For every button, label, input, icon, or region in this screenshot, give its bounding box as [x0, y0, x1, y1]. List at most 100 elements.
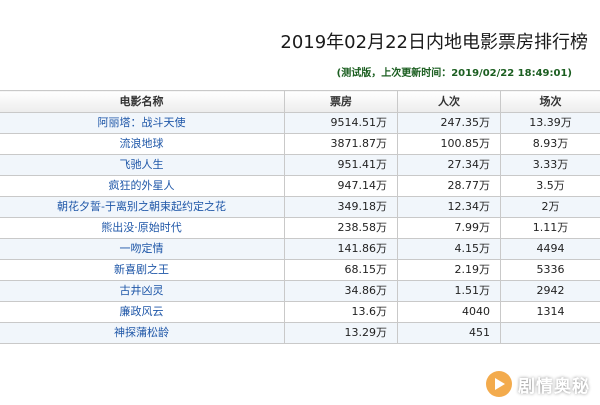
shows-cell	[500, 322, 600, 344]
table-row: 新喜剧之王 68.15万 2.19万 5336	[0, 259, 600, 281]
watermark-text: 剧情奥秘	[518, 376, 590, 397]
movie-name-link[interactable]: 阿丽塔：战斗天使	[98, 116, 186, 129]
people-cell: 100.85万	[440, 137, 491, 150]
movie-name-link[interactable]: 流浪地球	[120, 137, 164, 150]
movie-name-cell: 新喜剧之王	[0, 259, 285, 281]
table-row: 飞驰人生 951.41万 27.34万 3.33万	[0, 154, 600, 176]
movie-name-cell: 熊出没·原始时代	[0, 217, 285, 239]
people-cell: 4.15万	[454, 242, 491, 255]
box-office-cell: 141.86万	[337, 242, 388, 255]
box-office-cell: 951.41万	[337, 158, 388, 171]
table-row: 古井凶灵 34.86万 1.51万 2942	[0, 280, 600, 302]
movie-name-cell: 疯狂的外星人	[0, 175, 285, 197]
movie-name-link[interactable]: 古井凶灵	[120, 284, 164, 297]
movie-name-link[interactable]: 朝花夕誓-于离别之朝束起约定之花	[57, 200, 226, 213]
movie-name-cell: 廉政风云	[0, 301, 285, 323]
column-header-people[interactable]: 人次	[397, 90, 501, 113]
box-office-cell: 951.41万	[284, 154, 398, 176]
box-office-cell: 238.58万	[337, 221, 388, 234]
play-icon	[486, 371, 512, 397]
people-cell: 451	[397, 322, 501, 344]
box-office-cell: 13.29万	[344, 326, 388, 339]
shows-cell: 2942	[500, 280, 600, 302]
people-cell: 247.35万	[440, 116, 491, 129]
page-title: 2019年02月22日内地电影票房排行榜	[280, 32, 588, 53]
box-office-cell: 349.18万	[337, 200, 388, 213]
box-office-table: 电影名称 票房 人次 场次 阿丽塔：战斗天使 9514.51万 247.35万 13.…	[0, 90, 600, 344]
people-cell: 28.77万	[447, 179, 491, 192]
box-office-cell: 34.86万	[284, 280, 398, 302]
people-cell: 4040	[462, 305, 490, 318]
movie-name-link[interactable]: 神探蒲松龄	[114, 326, 169, 339]
people-cell: 7.99万	[454, 221, 491, 234]
movie-name-cell: 古井凶灵	[0, 280, 285, 302]
box-office-cell: 9514.51万	[330, 116, 388, 129]
table-header-row: 电影名称 票房 人次 场次	[0, 90, 600, 113]
shows-cell: 3.33万	[532, 158, 569, 171]
box-office-cell: 34.86万	[344, 284, 388, 297]
people-cell: 27.34万	[447, 158, 491, 171]
people-cell: 4040	[397, 301, 501, 323]
box-office-cell: 9514.51万	[284, 112, 398, 134]
shows-cell: 1314	[536, 305, 565, 318]
shows-cell: 2万	[500, 196, 600, 218]
box-office-cell: 13.6万	[284, 301, 398, 323]
people-cell: 4.15万	[397, 238, 501, 260]
movie-name-link[interactable]: 疯狂的外星人	[109, 179, 175, 192]
shows-cell: 1314	[500, 301, 600, 323]
people-cell: 27.34万	[397, 154, 501, 176]
box-office-cell: 68.15万	[284, 259, 398, 281]
box-office-cell: 238.58万	[284, 217, 398, 239]
movie-name-cell: 朝花夕誓-于离别之朝束起约定之花	[0, 196, 285, 218]
people-cell: 247.35万	[397, 112, 501, 134]
people-cell: 12.34万	[447, 200, 491, 213]
movie-name-link[interactable]: 一吻定情	[120, 242, 164, 255]
shows-cell: 3.5万	[536, 179, 565, 192]
movie-name-link[interactable]: 新喜剧之王	[114, 263, 169, 276]
box-office-cell: 13.29万	[284, 322, 398, 344]
people-cell: 12.34万	[397, 196, 501, 218]
column-header-shows[interactable]: 场次	[500, 90, 600, 113]
shows-cell: 5336	[536, 263, 565, 276]
box-office-cell: 3871.87万	[330, 137, 388, 150]
people-cell: 100.85万	[397, 133, 501, 155]
movie-name-link[interactable]: 廉政风云	[120, 305, 164, 318]
shows-cell: 8.93万	[500, 133, 600, 155]
table-row: 阿丽塔：战斗天使 9514.51万 247.35万 13.39万	[0, 112, 600, 134]
shows-cell: 3.33万	[500, 154, 600, 176]
shows-cell: 4494	[536, 242, 565, 255]
movie-name-cell: 一吻定情	[0, 238, 285, 260]
box-office-cell: 68.15万	[344, 263, 388, 276]
people-cell: 28.77万	[397, 175, 501, 197]
shows-cell: 2942	[536, 284, 565, 297]
movie-name-link[interactable]: 飞驰人生	[120, 158, 164, 171]
people-cell: 1.51万	[454, 284, 491, 297]
people-cell: 2.19万	[454, 263, 491, 276]
shows-cell: 5336	[500, 259, 600, 281]
shows-cell: 1.11万	[500, 217, 600, 239]
people-cell: 7.99万	[397, 217, 501, 239]
movie-name-cell: 神探蒲松龄	[0, 322, 285, 344]
column-header-name[interactable]: 电影名称	[0, 90, 285, 113]
column-header-box-office[interactable]: 票房	[284, 90, 398, 113]
shows-cell: 13.39万	[529, 116, 572, 129]
people-cell: 451	[469, 326, 490, 339]
box-office-cell: 3871.87万	[284, 133, 398, 155]
shows-cell: 4494	[500, 238, 600, 260]
box-office-cell: 947.14万	[337, 179, 388, 192]
movie-name-cell: 飞驰人生	[0, 154, 285, 176]
shows-cell: 13.39万	[500, 112, 600, 134]
table-row: 神探蒲松龄 13.29万 451	[0, 322, 600, 344]
movie-name-cell: 阿丽塔：战斗天使	[0, 112, 285, 134]
box-office-cell: 13.6万	[351, 305, 388, 318]
table-row: 一吻定情 141.86万 4.15万 4494	[0, 238, 600, 260]
table-row: 朝花夕誓-于离别之朝束起约定之花 349.18万 12.34万 2万	[0, 196, 600, 218]
movie-name-link[interactable]: 熊出没·原始时代	[101, 221, 182, 234]
table-row: 流浪地球 3871.87万 100.85万 8.93万	[0, 133, 600, 155]
table-row: 廉政风云 13.6万 4040 1314	[0, 301, 600, 323]
box-office-cell: 947.14万	[284, 175, 398, 197]
update-time: (测试版，上次更新时间：2019/02/22 18:49:01)	[336, 68, 572, 79]
movie-name-cell: 流浪地球	[0, 133, 285, 155]
shows-cell: 8.93万	[532, 137, 569, 150]
box-office-cell: 141.86万	[284, 238, 398, 260]
